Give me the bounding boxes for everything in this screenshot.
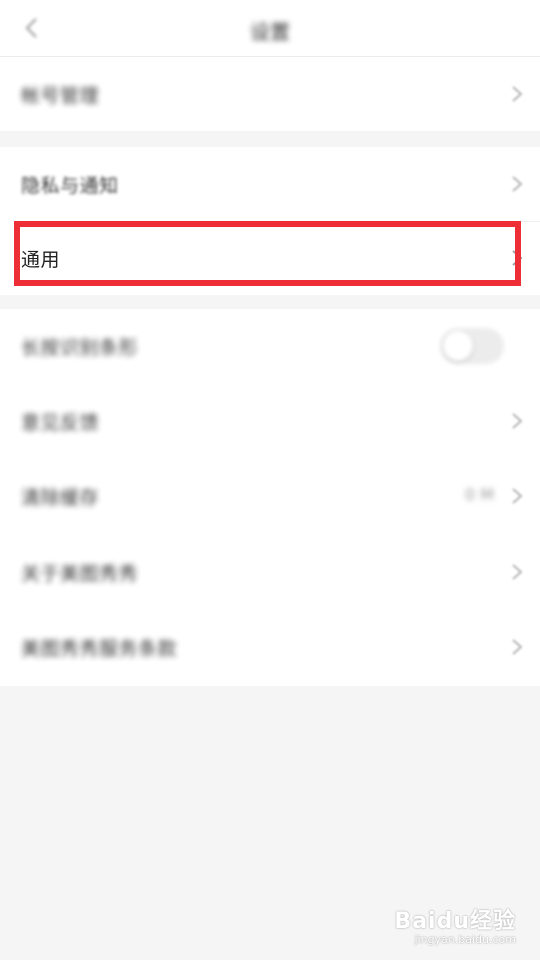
settings-group-misc: 长按识别条形 意见反馈 清除缓存 0 M 关于美图秀秀 美图秀秀服务条款 [0, 309, 540, 686]
settings-row-terms[interactable]: 美图秀秀服务条款 [0, 610, 540, 684]
toggle-knob [443, 331, 473, 361]
chevron-right-icon [512, 639, 523, 655]
highlight-box [14, 221, 521, 286]
chevron-right-icon [512, 413, 523, 429]
row-label: 美图秀秀服务条款 [21, 638, 178, 660]
settings-group-account: 帐号管理 [0, 57, 540, 131]
settings-row-barcode-toggle: 长按识别条形 [0, 309, 540, 383]
settings-row-about[interactable]: 关于美图秀秀 [0, 535, 540, 609]
chevron-right-icon [512, 176, 523, 192]
barcode-toggle-switch[interactable] [440, 328, 504, 364]
chevron-right-icon [512, 86, 523, 102]
row-label: 隐私与通知 [21, 175, 119, 197]
cache-size-value: 0 M [464, 485, 494, 504]
settings-row-feedback[interactable]: 意见反馈 [0, 384, 540, 458]
row-label: 意见反馈 [21, 412, 100, 434]
row-label: 帐号管理 [21, 85, 100, 107]
chevron-right-icon [512, 564, 523, 580]
nav-header: 设置 [0, 0, 540, 57]
row-label: 清除缓存 [21, 487, 100, 509]
settings-row-account[interactable]: 帐号管理 [0, 57, 540, 131]
settings-row-clear-cache[interactable]: 清除缓存 0 M [0, 459, 540, 533]
chevron-right-icon [512, 488, 523, 504]
row-label: 关于美图秀秀 [21, 563, 139, 585]
page-title: 设置 [250, 20, 290, 44]
baidu-watermark: Baidu经验 jingyan.baidu.com [394, 903, 516, 946]
watermark-logo: Baidu经验 [394, 909, 516, 934]
row-label: 长按识别条形 [21, 337, 139, 359]
settings-row-privacy[interactable]: 隐私与通知 [0, 147, 540, 221]
